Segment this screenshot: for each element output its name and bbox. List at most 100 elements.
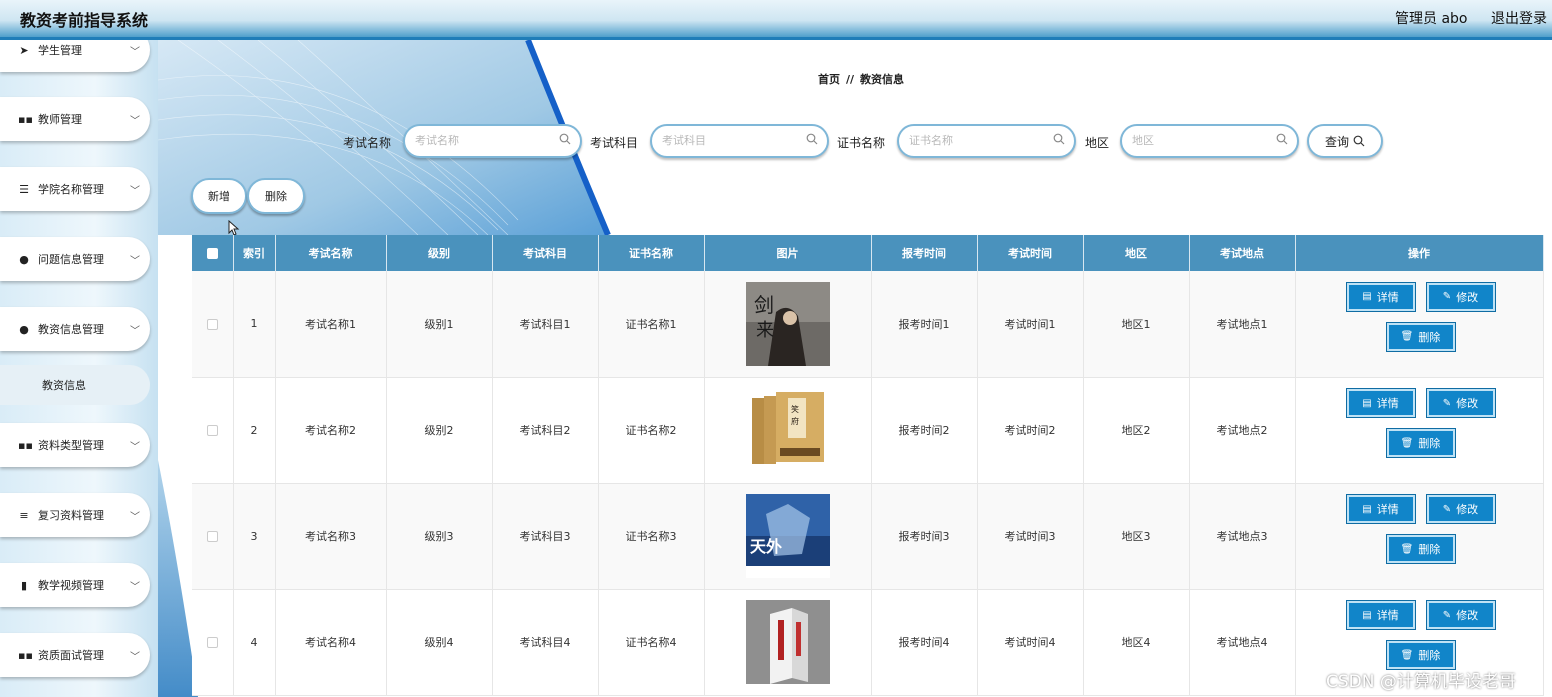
trash-icon: 🗑 <box>1400 331 1414 343</box>
cell-actions: ▤ 详情 ✎ 修改 🗑 删除 <box>1295 271 1544 378</box>
exam-subject-field[interactable] <box>650 124 829 158</box>
sidebar-subitem-qualification-info[interactable]: 教资信息 <box>0 365 150 405</box>
col-header: 考试地点 <box>1189 235 1296 271</box>
svg-text:府: 府 <box>791 416 799 426</box>
row-checkbox[interactable] <box>206 637 218 648</box>
sidebar-item-interviews[interactable]: ▪▪ 资质面试管理 ﹀ <box>0 633 150 677</box>
chevron-down-icon: ﹀ <box>130 441 140 453</box>
sidebar-item-qualification-info[interactable]: ● 教资信息管理 ﹀ <box>0 307 150 351</box>
cell-index: 1 <box>233 271 276 378</box>
chevron-down-icon: ﹀ <box>130 46 140 58</box>
query-button-label: 查询 <box>1324 134 1349 149</box>
sidebar-item-label: 问题信息管理 <box>38 253 104 266</box>
cell-exam-name: 考试名称4 <box>275 589 387 696</box>
col-header: 图片 <box>704 235 872 271</box>
cell-level: 级别3 <box>386 483 493 590</box>
pencil-icon: ✎ <box>1442 397 1452 409</box>
exam-name-field[interactable] <box>403 124 582 158</box>
select-all-cell[interactable] <box>192 235 234 271</box>
delete-row-button[interactable]: 🗑 删除 <box>1385 534 1456 564</box>
cell-level: 级别1 <box>386 271 493 378</box>
row-checkbox[interactable] <box>206 425 218 436</box>
detail-button[interactable]: ▤ 详情 <box>1345 494 1416 524</box>
detail-button-label: 详情 <box>1376 503 1399 516</box>
search-icon <box>559 133 571 145</box>
cell-exam-time: 考试时间3 <box>977 483 1084 590</box>
detail-button[interactable]: ▤ 详情 <box>1345 281 1416 312</box>
cell-subject: 考试科目2 <box>492 377 599 484</box>
edit-button-label: 修改 <box>1456 290 1479 304</box>
sidebar-item-questions[interactable]: ● 问题信息管理 ﹀ <box>0 237 150 281</box>
query-button[interactable]: 查询 <box>1307 124 1383 158</box>
cell-exam-name: 考试名称2 <box>275 377 387 484</box>
region-label: 地区 <box>1085 136 1110 150</box>
svg-text:天外: 天外 <box>750 537 782 556</box>
delete-button-label: 删除 <box>1418 330 1441 344</box>
document-icon: ▤ <box>1362 397 1372 409</box>
edit-button[interactable]: ✎ 修改 <box>1425 388 1496 418</box>
row-checkbox[interactable] <box>206 318 218 330</box>
search-icon <box>1353 135 1365 147</box>
cell-image: 笑 府 <box>704 377 872 484</box>
region-input[interactable] <box>1122 126 1297 154</box>
edit-button[interactable]: ✎ 修改 <box>1425 494 1496 524</box>
cell-region: 地区3 <box>1083 483 1190 590</box>
cell-index: 2 <box>233 377 276 484</box>
edit-button[interactable]: ✎ 修改 <box>1425 281 1496 312</box>
exam-subject-input[interactable] <box>652 126 827 154</box>
sidebar: ➤ 学生管理 ﹀ ▪▪ 教师管理 ﹀ ☰ 学院名称管理 ﹀ ● 问题信息管理 ﹀… <box>0 40 158 697</box>
exam-name-input[interactable] <box>405 126 580 154</box>
trash-icon: 🗑 <box>1400 437 1414 449</box>
sidebar-item-teaching-videos[interactable]: ▮ 教学视频管理 ﹀ <box>0 563 150 607</box>
delete-row-button[interactable]: 🗑 删除 <box>1385 321 1456 352</box>
exam-info-table: 索引 考试名称 级别 考试科目 证书名称 图片 报考时间 考试时间 地区 考试地… <box>192 235 1544 696</box>
sidebar-item-colleges[interactable]: ☰ 学院名称管理 ﹀ <box>0 167 150 211</box>
pencil-icon: ✎ <box>1442 503 1452 515</box>
detail-button[interactable]: ▤ 详情 <box>1345 600 1416 630</box>
cell-signup-time: 报考时间4 <box>871 589 978 696</box>
delete-row-button[interactable]: 🗑 删除 <box>1385 428 1456 458</box>
sidebar-item-label: 资料类型管理 <box>38 439 104 452</box>
document-icon: ▤ <box>1362 609 1372 621</box>
col-header: 考试科目 <box>492 235 599 271</box>
delete-row-button[interactable]: 🗑 删除 <box>1385 640 1456 670</box>
chevron-down-icon: ﹀ <box>130 581 140 593</box>
svg-text:剑: 剑 <box>754 293 774 317</box>
sidebar-item-students[interactable]: ➤ 学生管理 ﹀ <box>0 40 150 72</box>
sliders-icon: ☰ <box>19 182 29 196</box>
cell-image: 剑 来 <box>704 271 872 378</box>
sidebar-item-label: 教资信息管理 <box>38 323 104 336</box>
edit-button-label: 修改 <box>1456 609 1479 622</box>
cell-index: 3 <box>233 483 276 590</box>
cell-location: 考试地点4 <box>1189 589 1296 696</box>
send-icon: ➤ <box>19 43 29 57</box>
sidebar-item-review-materials[interactable]: ≡ 复习资料管理 ﹀ <box>0 493 150 537</box>
row-checkbox[interactable] <box>206 531 218 542</box>
detail-button[interactable]: ▤ 详情 <box>1345 388 1416 418</box>
cell-signup-time: 报考时间2 <box>871 377 978 484</box>
current-user: 管理员 abo <box>1395 11 1468 27</box>
search-icon <box>1053 133 1065 145</box>
chevron-down-icon: ﹀ <box>130 185 140 197</box>
detail-button-label: 详情 <box>1376 290 1399 304</box>
add-button[interactable]: 新增 <box>191 178 247 214</box>
col-header: 证书名称 <box>598 235 705 271</box>
edit-button[interactable]: ✎ 修改 <box>1425 600 1496 630</box>
exam-subject-label: 考试科目 <box>590 136 639 150</box>
delete-button-label: 删除 <box>1418 649 1441 662</box>
cell-index: 4 <box>233 589 276 696</box>
cert-name-field[interactable] <box>897 124 1076 158</box>
region-field[interactable] <box>1120 124 1299 158</box>
logout-link[interactable]: 退出登录 <box>1491 8 1547 28</box>
cert-name-input[interactable] <box>899 126 1074 154</box>
cell-location: 考试地点2 <box>1189 377 1296 484</box>
select-all-checkbox[interactable] <box>206 248 218 259</box>
delete-button[interactable]: 删除 <box>247 178 305 214</box>
sidebar-item-material-types[interactable]: ▪▪ 资料类型管理 ﹀ <box>0 423 150 467</box>
cell-exam-name: 考试名称1 <box>275 271 387 378</box>
sidebar-item-teachers[interactable]: ▪▪ 教师管理 ﹀ <box>0 97 150 141</box>
table-row: 2 考试名称2 级别2 考试科目2 证书名称2 笑 府 报考时间2 考试时间2 … <box>192 377 1544 484</box>
cell-image <box>704 589 872 696</box>
breadcrumb-home[interactable]: 首页 <box>818 73 840 86</box>
cell-subject: 考试科目1 <box>492 271 599 378</box>
